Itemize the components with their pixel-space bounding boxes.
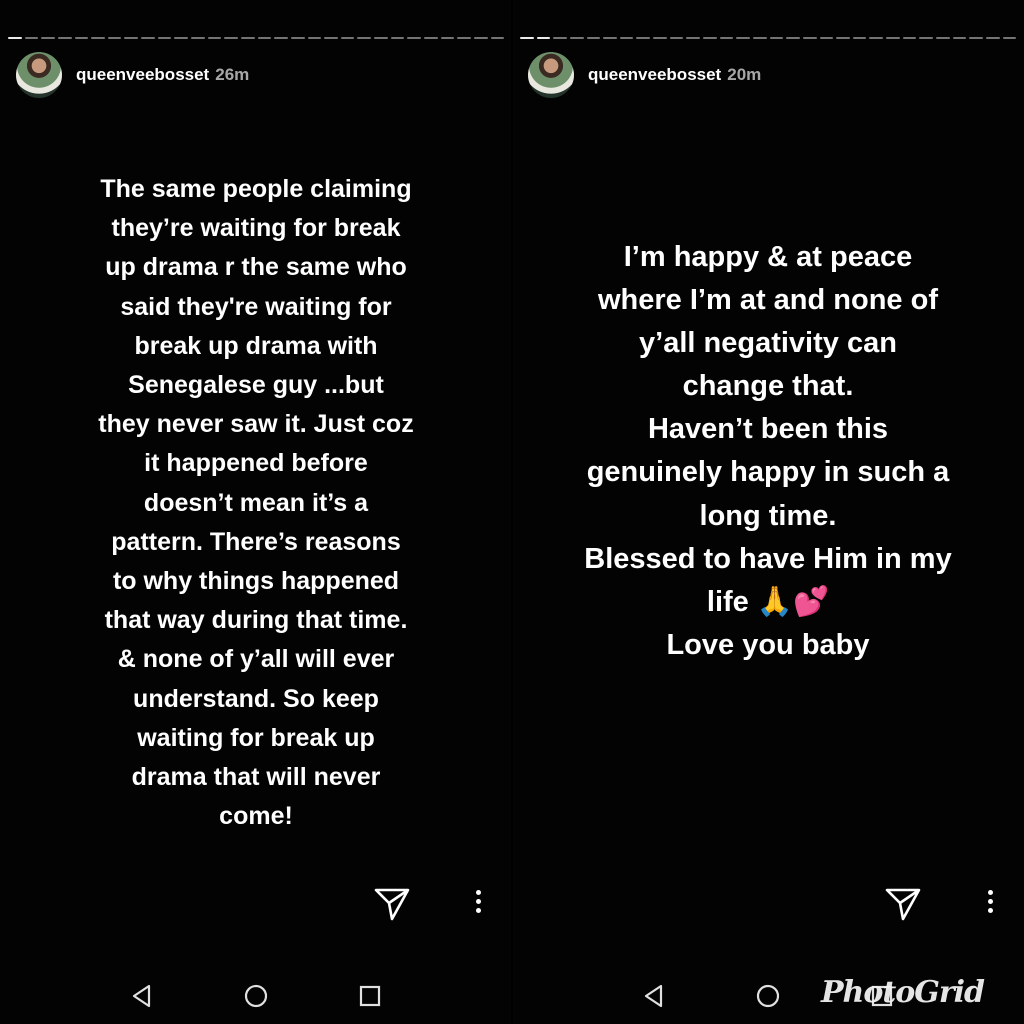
progress-segment xyxy=(407,37,422,39)
photogrid-watermark: PhotoGrid xyxy=(820,975,985,1010)
progress-segment xyxy=(619,37,634,39)
progress-segment xyxy=(985,37,1000,39)
progress-segment xyxy=(307,37,322,39)
progress-segment xyxy=(390,37,405,39)
send-icon[interactable] xyxy=(373,886,411,922)
progress-segment xyxy=(157,37,172,39)
progress-segment xyxy=(520,37,534,39)
progress-segment xyxy=(852,37,867,39)
progress-segment xyxy=(636,37,651,39)
progress-segment xyxy=(752,37,767,39)
progress-segment xyxy=(536,37,551,39)
progress-segment xyxy=(686,37,701,39)
avatar[interactable] xyxy=(528,52,574,98)
story-progress-bar xyxy=(520,37,1017,40)
progress-segment xyxy=(786,37,800,39)
progress-segment xyxy=(257,37,272,39)
nav-back-icon[interactable] xyxy=(128,982,156,1010)
progress-segment xyxy=(719,37,734,39)
progress-segment xyxy=(141,37,155,39)
progress-segment xyxy=(191,37,205,39)
progress-segment xyxy=(653,37,667,39)
progress-segment xyxy=(374,37,388,39)
progress-segment xyxy=(669,37,684,39)
system-nav-bar xyxy=(0,972,512,1018)
story-panel-left[interactable]: queenveebosset 26m The same people claimi… xyxy=(0,0,512,1024)
more-vertical-icon[interactable] xyxy=(473,890,483,918)
progress-segment xyxy=(869,37,884,39)
progress-segment xyxy=(340,37,355,39)
progress-segment xyxy=(357,37,372,39)
progress-segment xyxy=(8,37,22,39)
progress-segment xyxy=(174,37,189,39)
progress-segment xyxy=(736,37,750,39)
progress-segment xyxy=(91,37,105,39)
story-header: queenveebosset 20m xyxy=(528,52,761,98)
progress-segment xyxy=(819,37,834,39)
progress-segment xyxy=(457,37,471,39)
progress-segment xyxy=(969,37,983,39)
progress-segment xyxy=(703,37,717,39)
story-panel-right[interactable]: queenveebosset 20m I’m happy & at peace w… xyxy=(512,0,1024,1024)
progress-segment xyxy=(886,37,900,39)
progress-segment xyxy=(490,37,505,39)
progress-segment xyxy=(603,37,617,39)
progress-segment xyxy=(124,37,139,39)
progress-segment xyxy=(107,37,122,39)
progress-segment xyxy=(553,37,567,39)
progress-segment xyxy=(569,37,584,39)
progress-segment xyxy=(24,37,39,39)
username[interactable]: queenveebosset xyxy=(588,65,721,84)
progress-segment xyxy=(224,37,238,39)
nav-home-icon[interactable] xyxy=(242,982,270,1010)
story-text: The same people claiming they’re waiting… xyxy=(98,175,414,831)
story-timestamp: 20m xyxy=(727,65,762,84)
avatar[interactable] xyxy=(16,52,62,98)
story-text: I’m happy & at peace where I’m at and no… xyxy=(584,241,952,661)
progress-segment xyxy=(586,37,601,39)
progress-segment xyxy=(240,37,255,39)
progress-segment xyxy=(440,37,455,39)
progress-segment xyxy=(207,37,222,39)
send-icon[interactable] xyxy=(884,886,922,922)
nav-back-icon[interactable] xyxy=(640,982,668,1010)
progress-segment xyxy=(473,37,488,39)
progress-segment xyxy=(74,37,89,39)
progress-segment xyxy=(902,37,917,39)
progress-segment xyxy=(1002,37,1017,39)
progress-segment xyxy=(324,37,338,39)
progress-segment xyxy=(836,37,850,39)
progress-segment xyxy=(952,37,967,39)
progress-segment xyxy=(424,37,438,39)
progress-segment xyxy=(919,37,934,39)
story-timestamp: 26m xyxy=(215,65,250,84)
story-progress-bar xyxy=(8,37,505,40)
more-vertical-icon[interactable] xyxy=(985,890,995,918)
username[interactable]: queenveebosset xyxy=(76,65,209,84)
nav-home-icon[interactable] xyxy=(754,982,782,1010)
progress-segment xyxy=(274,37,288,39)
progress-segment xyxy=(769,37,784,39)
progress-segment xyxy=(57,37,72,39)
progress-segment xyxy=(41,37,55,39)
panel-divider xyxy=(511,0,513,1024)
nav-recent-icon[interactable] xyxy=(356,982,384,1010)
progress-segment xyxy=(290,37,305,39)
story-header: queenveebosset 26m xyxy=(16,52,249,98)
progress-segment xyxy=(802,37,817,39)
progress-segment xyxy=(936,37,950,39)
